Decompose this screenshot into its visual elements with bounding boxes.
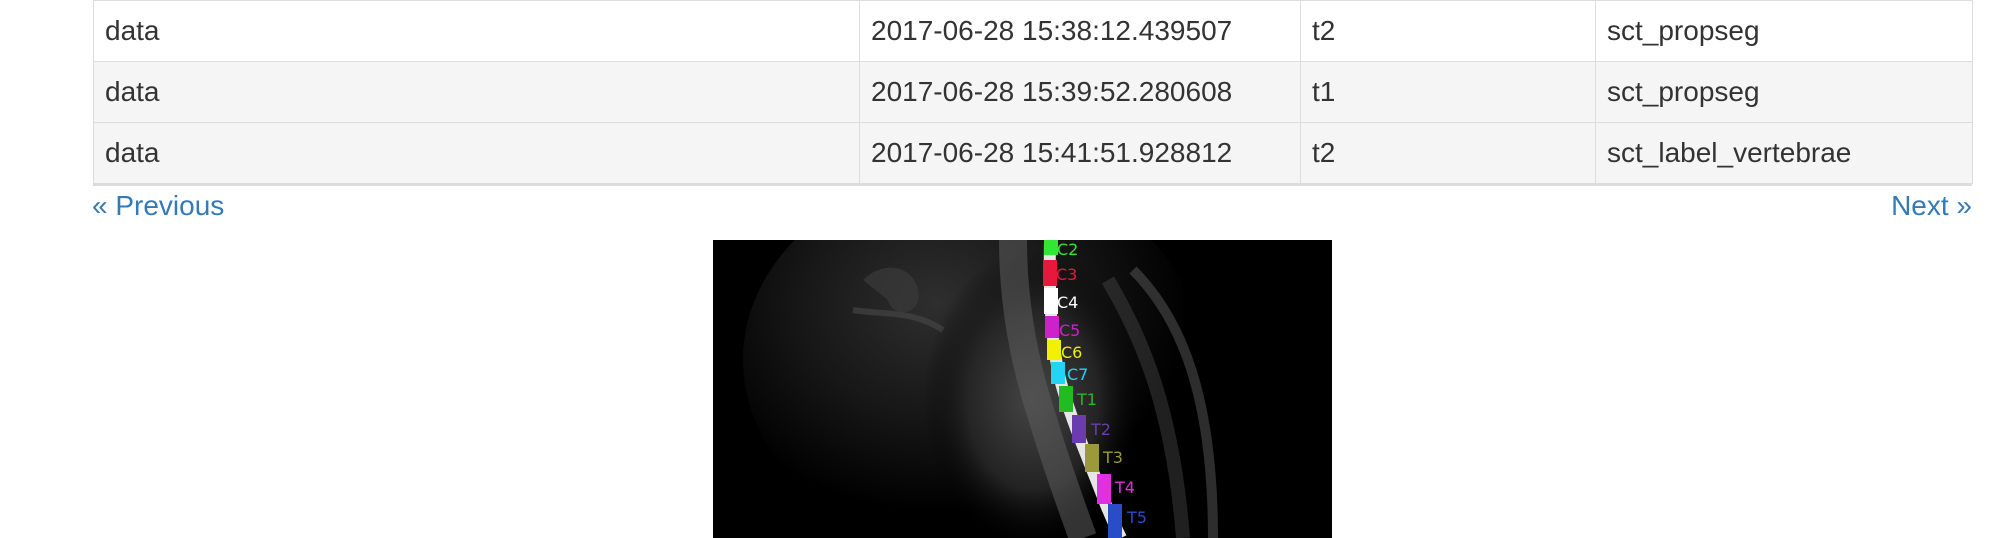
cell-command: sct_label_vertebrae (1595, 122, 1973, 184)
vertebra-segment-c7 (1051, 362, 1065, 384)
vertebra-label-c2: C2 (1057, 240, 1078, 259)
vertebra-segment-t3 (1085, 444, 1099, 472)
cell-date: 2017-06-28 15:38:12.439507 (859, 0, 1301, 62)
vertebra-segment-c3 (1043, 260, 1057, 286)
previous-link[interactable]: « Previous (92, 190, 224, 222)
vertebra-label-c6: C6 (1061, 343, 1082, 362)
vertebra-label-c5: C5 (1059, 321, 1080, 340)
vertebra-segment-t4 (1097, 474, 1111, 504)
cell-date: 2017-06-28 15:39:52.280608 (859, 61, 1301, 123)
table-row-selected[interactable]: data 2017-06-28 15:41:51.928812 t2 sct_l… (93, 122, 1973, 184)
vertebra-label-c7: C7 (1067, 365, 1088, 384)
vertebra-label-t1: T1 (1076, 390, 1097, 409)
vertebra-segment-c2 (1044, 240, 1058, 255)
cell-contrast: t2 (1300, 0, 1596, 62)
cell-command: sct_propseg (1595, 0, 1973, 62)
cell-date: 2017-06-28 15:41:51.928812 (859, 122, 1301, 184)
vertebra-label-t4: T4 (1114, 478, 1135, 497)
vertebra-segment-c4 (1044, 288, 1058, 314)
vertebra-label-t3: T3 (1102, 448, 1123, 467)
table-bottom-border (93, 183, 1972, 186)
cell-contrast: t1 (1300, 61, 1596, 123)
vertebra-label-t5: T5 (1126, 508, 1147, 527)
vertebra-segment-t5 (1108, 504, 1122, 538)
cell-folder: data (93, 0, 860, 62)
cell-folder: data (93, 61, 860, 123)
table-row[interactable]: data 2017-06-28 15:38:12.439507 t2 sct_p… (93, 0, 1973, 62)
next-link[interactable]: Next » (1891, 190, 1972, 222)
vertebra-label-c4: C4 (1057, 293, 1078, 312)
vertebra-label-t2: T2 (1090, 420, 1111, 439)
vertebra-label-c3: C3 (1056, 265, 1077, 284)
vertebra-segment-t2 (1072, 415, 1086, 443)
cell-contrast: t2 (1300, 122, 1596, 184)
cell-command: sct_propseg (1595, 61, 1973, 123)
table-row[interactable]: data 2017-06-28 15:39:52.280608 t1 sct_p… (93, 61, 1973, 123)
mri-image-viewer: C2 C3 C4 C5 C6 C7 T1 T2 T3 T4 T5 (713, 240, 1332, 538)
vertebra-segment-c5 (1045, 316, 1059, 338)
cell-folder: data (93, 122, 860, 184)
results-table: data 2017-06-28 15:38:12.439507 t2 sct_p… (93, 0, 1973, 184)
vertebra-segment-c6 (1047, 340, 1061, 360)
mri-sagittal-image: C2 C3 C4 C5 C6 C7 T1 T2 T3 T4 T5 (743, 240, 1218, 538)
vertebra-segment-t1 (1059, 386, 1073, 412)
